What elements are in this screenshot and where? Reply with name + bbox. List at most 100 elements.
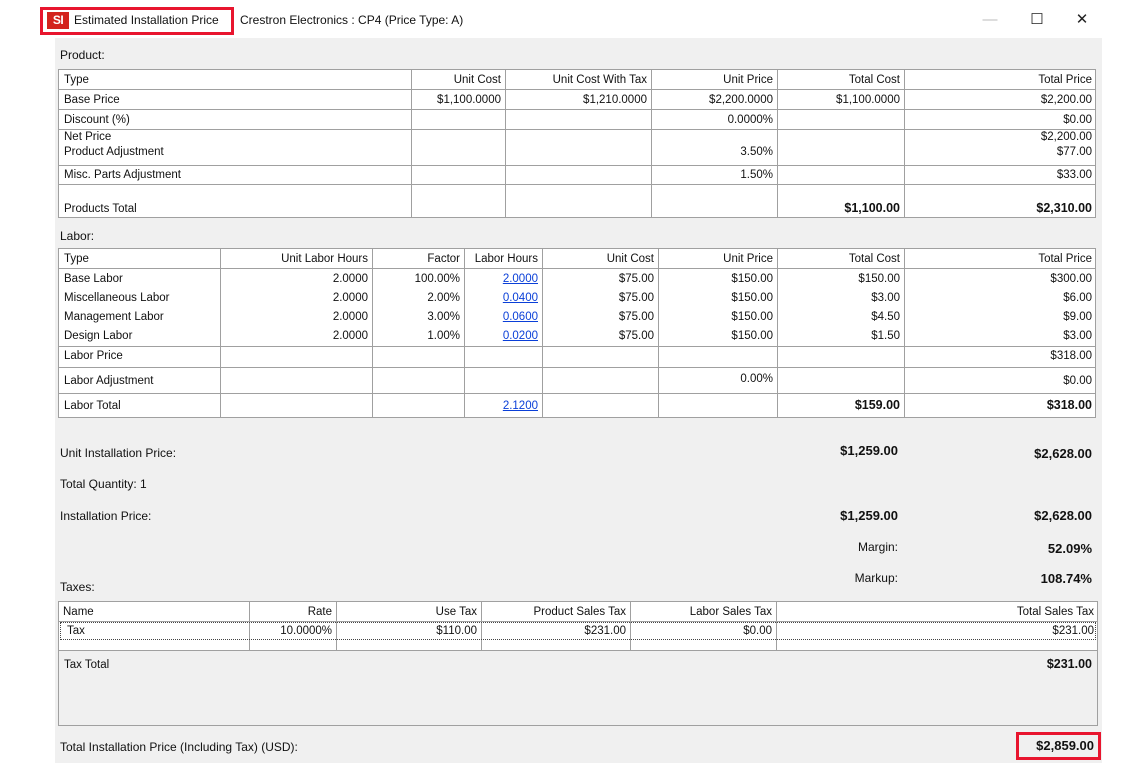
markup-value: 108.74%	[1040, 571, 1092, 586]
table-row: Management Labor	[64, 311, 164, 323]
tax-header-total-sales-tax: Total Sales Tax	[1016, 606, 1094, 618]
table-cell: $2,310.00	[1036, 201, 1092, 215]
grand-total-label: Total Installation Price (Including Tax)…	[60, 740, 298, 754]
table-cell: $77.00	[1056, 146, 1092, 158]
table-cell: 0.00%	[740, 373, 773, 385]
product-grid[interactable]: Type Unit Cost Unit Cost With Tax Unit P…	[58, 69, 1096, 218]
table-cell: $1,210.0000	[583, 94, 647, 106]
installation-cost: $1,259.00	[840, 508, 898, 523]
unit-installation-price: $2,628.00	[1034, 446, 1092, 461]
table-cell: 1.50%	[740, 169, 773, 181]
table-cell: $1,100.00	[844, 201, 900, 215]
labor-section-label: Labor:	[60, 229, 95, 243]
labor-header-unit-price: Unit Price	[723, 253, 773, 265]
table-row: Labor Adjustment	[64, 375, 154, 387]
minimize-icon[interactable]: —	[976, 8, 1004, 32]
table-row: Product Adjustment	[64, 146, 164, 158]
table-row: Discount (%)	[64, 114, 130, 126]
installation-price: $2,628.00	[1034, 508, 1092, 523]
table-row: Labor Total	[64, 400, 121, 412]
product-header-unit-cost: Unit Cost	[453, 74, 501, 86]
table-cell: 3.00%	[427, 311, 460, 323]
maximize-icon[interactable]: ☐	[1023, 8, 1051, 32]
close-icon[interactable]: ✕	[1068, 8, 1096, 32]
table-cell: $75.00	[618, 330, 654, 342]
table-cell: $300.00	[1050, 273, 1092, 285]
product-header-type: Type	[64, 74, 89, 86]
table-cell: $2,200.00	[1040, 131, 1092, 143]
tax-header-name: Name	[63, 606, 94, 618]
product-header-unit-price: Unit Price	[723, 74, 773, 86]
table-cell: 2.0000	[332, 273, 368, 285]
product-header-total-price: Total Price	[1038, 74, 1092, 86]
table-cell: $318.00	[1046, 398, 1092, 412]
table-row: Misc. Parts Adjustment	[64, 169, 181, 181]
window-subtitle: Crestron Electronics : CP4 (Price Type: …	[240, 13, 464, 27]
taxes-section-label: Taxes:	[60, 580, 95, 594]
tax-header-rate: Rate	[307, 606, 332, 618]
grand-total-value: $2,859.00	[1036, 738, 1094, 753]
taxes-grid[interactable]: Name Rate Use Tax Product Sales Tax Labo…	[58, 601, 1098, 726]
table-row: Labor Price	[64, 350, 123, 362]
table-cell: $0.00	[1063, 114, 1092, 126]
labor-hours-link[interactable]: 2.0000	[465, 270, 541, 289]
labor-header-total-cost: Total Cost	[848, 253, 900, 265]
table-cell: $2,200.00	[1040, 94, 1092, 106]
table-cell: $159.00	[854, 398, 900, 412]
labor-header-unit-hours: Unit Labor Hours	[281, 253, 368, 265]
table-cell: 100.00%	[414, 273, 460, 285]
table-cell: $1,100.0000	[437, 94, 501, 106]
table-cell: 3.50%	[740, 146, 773, 158]
margin-label: Margin:	[857, 540, 898, 554]
table-cell: $1.50	[871, 330, 900, 342]
labor-hours-link[interactable]: 0.0600	[465, 308, 541, 327]
table-cell: 2.0000	[332, 311, 368, 323]
table-cell: $3.00	[1063, 330, 1092, 342]
table-cell: $4.50	[871, 311, 900, 323]
table-cell: $150.00	[731, 311, 773, 323]
labor-hours-link[interactable]: 0.0200	[465, 327, 541, 346]
table-cell: 10.0000%	[280, 625, 332, 637]
table-cell: $0.00	[743, 625, 772, 637]
window-title: Estimated Installation Price	[74, 13, 219, 27]
table-cell: 0.0000%	[727, 114, 773, 126]
table-row: Miscellaneous Labor	[64, 292, 170, 304]
table-cell: $231.00	[584, 625, 626, 637]
installation-price-label: Installation Price:	[60, 509, 152, 523]
app-logo-icon: SI	[47, 12, 69, 29]
markup-label: Markup:	[854, 571, 898, 585]
unit-installation-cost: $1,259.00	[840, 443, 898, 458]
table-cell: $110.00	[436, 625, 477, 637]
tax-total-label: Tax Total	[64, 659, 110, 671]
labor-header-total-price: Total Price	[1038, 253, 1092, 265]
labor-grid[interactable]: Type Unit Labor Hours Factor Labor Hours…	[58, 248, 1096, 418]
labor-total-hours-link[interactable]: 2.1200	[465, 397, 541, 416]
labor-hours-link[interactable]: 0.0400	[465, 289, 541, 308]
tax-header-labor-sales-tax: Labor Sales Tax	[689, 606, 772, 618]
table-cell: $1,100.0000	[836, 94, 900, 106]
product-header-total-cost: Total Cost	[848, 74, 900, 86]
tax-total-value: $231.00	[1046, 657, 1092, 671]
table-row: Net Price	[64, 131, 112, 143]
labor-header-factor: Factor	[427, 253, 460, 265]
table-cell: $75.00	[618, 273, 654, 285]
table-cell: 2.0000	[332, 330, 368, 342]
table-cell: $318.00	[1050, 350, 1092, 362]
tax-header-product-sales-tax: Product Sales Tax	[533, 606, 626, 618]
table-row: Base Labor	[64, 273, 123, 285]
table-cell: $2,200.0000	[709, 94, 773, 106]
product-header-unit-cost-tax: Unit Cost With Tax	[552, 74, 647, 86]
table-cell: 2.00%	[427, 292, 460, 304]
table-cell: $0.00	[1063, 375, 1092, 387]
table-row: Products Total	[64, 203, 137, 215]
table-row[interactable]: Tax	[64, 622, 248, 641]
table-cell: $33.00	[1056, 169, 1092, 181]
tax-header-use-tax: Use Tax	[435, 606, 477, 618]
table-row: Base Price	[64, 94, 120, 106]
table-cell: $3.00	[871, 292, 900, 304]
unit-installation-price-label: Unit Installation Price:	[60, 446, 177, 460]
table-cell: 2.0000	[332, 292, 368, 304]
table-cell: $150.00	[731, 292, 773, 304]
table-cell: $231.00	[1052, 625, 1094, 637]
table-cell: $75.00	[618, 311, 654, 323]
